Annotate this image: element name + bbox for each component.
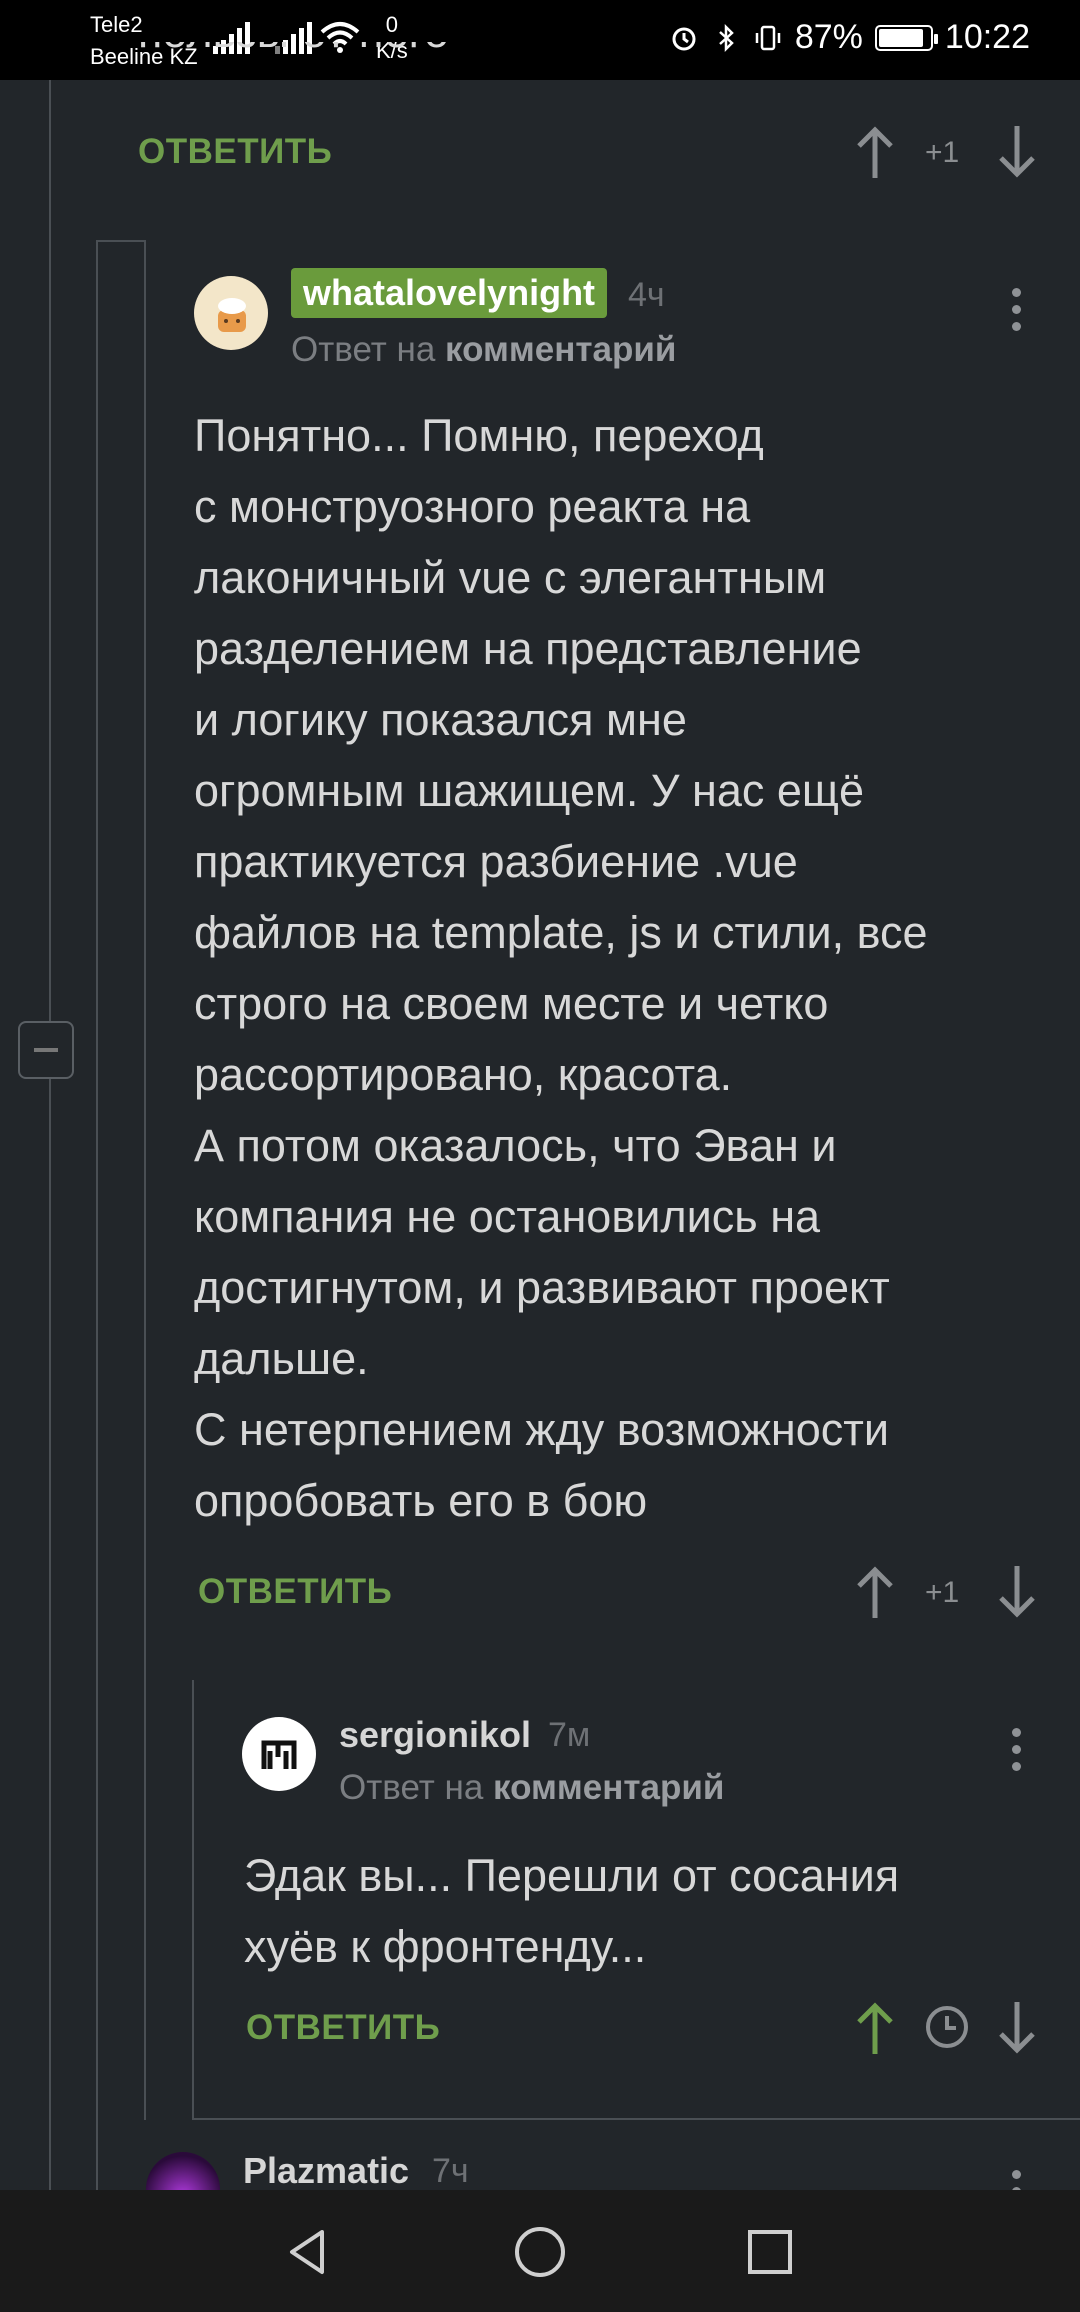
next-comment-header: Plazmatic 7ч xyxy=(0,2140,1080,2190)
more-options-icon[interactable] xyxy=(1010,2170,1022,2190)
reply-button[interactable]: ОТВЕТИТЬ xyxy=(198,1572,392,1612)
downvote-icon[interactable] xyxy=(995,2000,1039,2056)
username[interactable]: Plazmatic xyxy=(243,2150,409,2190)
battery-icon xyxy=(874,24,938,51)
battery-fill xyxy=(878,28,923,47)
battery-percent: 87% xyxy=(794,18,863,56)
reply-to-prefix: Ответ на xyxy=(291,330,436,369)
reply-to: Ответ на комментарий xyxy=(339,1768,724,1808)
vote-count: +1 xyxy=(925,1576,960,1609)
reply-button[interactable]: ОТВЕТИТЬ xyxy=(138,132,332,172)
speed-value: 0 xyxy=(385,12,399,37)
thread-branch-2 xyxy=(192,2118,1080,2120)
avatar[interactable] xyxy=(242,1717,316,1791)
clock: 10:22 xyxy=(944,18,1030,56)
avatar[interactable] xyxy=(146,2152,220,2190)
reply-to-prefix: Ответ на xyxy=(339,1768,484,1807)
thread-line-4 xyxy=(192,1680,194,2120)
collapse-thread-button[interactable] xyxy=(18,1021,74,1079)
reply-button[interactable]: ОТВЕТИТЬ xyxy=(246,2008,440,2048)
downvote-icon[interactable] xyxy=(995,124,1039,180)
bluetooth-icon xyxy=(718,23,734,52)
back-icon[interactable] xyxy=(282,2226,334,2278)
thread-line-2 xyxy=(96,240,98,2190)
status-right: 87% 10:22 xyxy=(669,18,1030,57)
avatar[interactable] xyxy=(194,276,268,350)
vibrate-icon xyxy=(755,25,781,50)
comment-text: Эдак вы... Перешли от сосания хуёв к фро… xyxy=(244,1850,900,1972)
downvote-icon[interactable] xyxy=(995,1564,1039,1620)
username[interactable]: whatalovelynight xyxy=(291,268,608,318)
home-icon[interactable] xyxy=(513,2225,567,2279)
partial-comment-text: пользы от него xyxy=(138,42,449,57)
navigation-bar xyxy=(0,2190,1080,2312)
upvote-icon[interactable] xyxy=(853,2000,897,2056)
thread-branch-1 xyxy=(96,240,146,242)
vote-count: +1 xyxy=(925,136,960,169)
recents-icon[interactable] xyxy=(746,2228,794,2276)
avatar-logo-icon xyxy=(254,1729,304,1779)
reply-to-link[interactable]: комментарий xyxy=(445,330,676,369)
carrier-1: Tele2 xyxy=(90,12,143,37)
username[interactable]: sergionikol xyxy=(339,1714,531,1756)
avatar-chef-icon xyxy=(218,298,246,332)
clock-icon xyxy=(926,2006,968,2048)
comment-text: Понятно... Помню, переход с монструозног… xyxy=(194,410,928,1526)
upvote-icon[interactable] xyxy=(853,124,897,180)
thread-line-3 xyxy=(144,240,146,2120)
more-options-icon[interactable] xyxy=(1010,288,1022,338)
reply-to: Ответ на комментарий xyxy=(291,330,676,370)
comment-time: 7м xyxy=(548,1716,591,1754)
thread-line-1 xyxy=(49,80,51,2190)
reply-to-link[interactable]: комментарий xyxy=(493,1768,724,1807)
upvote-icon[interactable] xyxy=(853,1564,897,1620)
more-options-icon[interactable] xyxy=(1010,1728,1022,1778)
comment-time: 4ч xyxy=(628,276,665,314)
alarm-icon xyxy=(672,27,696,50)
comment-time: 7ч xyxy=(432,2152,469,2190)
